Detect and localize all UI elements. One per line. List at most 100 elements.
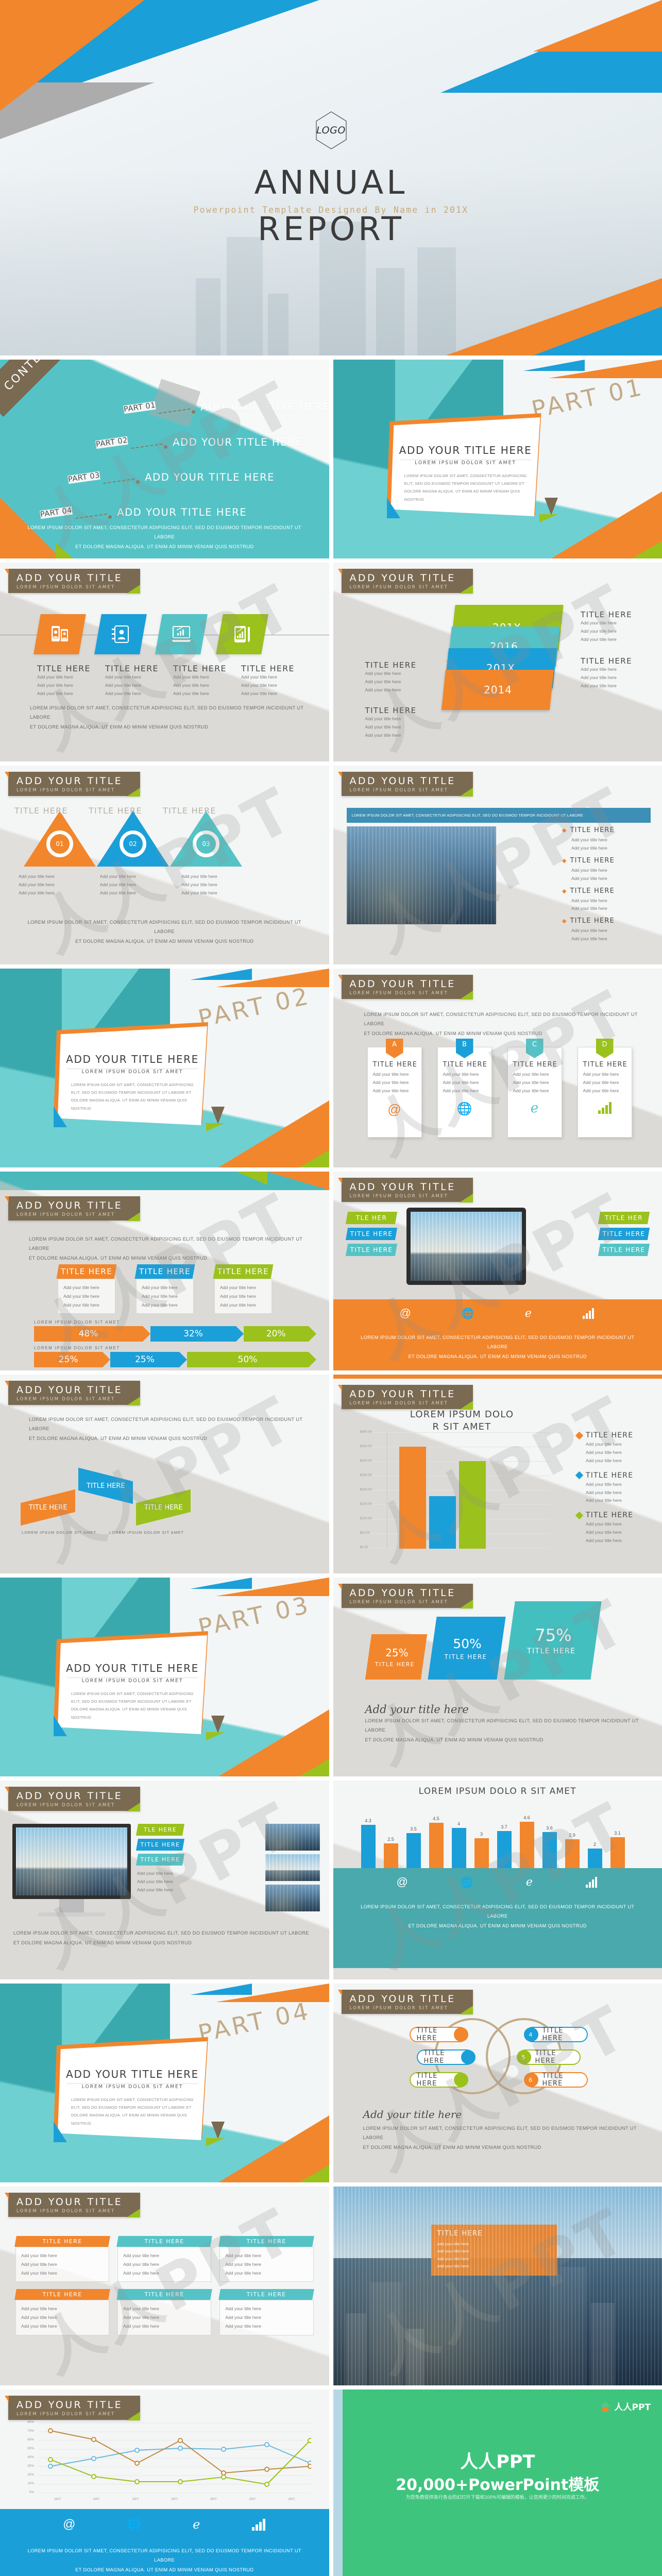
chip-left-3[interactable]: TITLE HERE bbox=[345, 1244, 397, 1256]
contents-dash bbox=[75, 513, 107, 519]
signal-bars-icon[interactable] bbox=[251, 2518, 266, 2531]
loop-pill-right-5[interactable]: TITLE HERE 5 bbox=[518, 2049, 581, 2065]
at-icon[interactable]: @ bbox=[400, 1307, 411, 1320]
globe-icon[interactable]: 🌐 bbox=[461, 1876, 473, 1889]
y-tick: $250.00 bbox=[360, 1473, 372, 1477]
chips-bars-slide: ADD YOUR TITLE LOREM IPSUM DOLOR SIT AME… bbox=[0, 1172, 329, 1370]
explorer-icon[interactable]: e bbox=[193, 2517, 200, 2532]
zigzag-block-1[interactable]: TITLE HERE bbox=[21, 1489, 75, 1526]
grid-cell-5[interactable]: TITLE HERE Add your title here Add your … bbox=[117, 2289, 211, 2335]
icon-tile-3[interactable] bbox=[155, 614, 208, 654]
chip-1[interactable]: TLE HERE bbox=[136, 1824, 184, 1836]
arrow-bar-2[interactable]: 25% 25% 50% bbox=[34, 1352, 309, 1367]
zigzag-slide: ADD YOUR TITLE LOREM IPSUM DOLOR SIT AME… bbox=[0, 1375, 329, 1573]
monitor-lines: Add your title here Add your title here … bbox=[137, 1870, 183, 1894]
icon-caption-lines: Add your title here Add your title here … bbox=[37, 673, 103, 698]
at-icon[interactable]: @ bbox=[397, 1875, 408, 1889]
grid-cell-6[interactable]: TITLE HERE Add your title here Add your … bbox=[219, 2289, 313, 2335]
explorer-icon[interactable]: e bbox=[526, 1876, 533, 1889]
signal-bars-icon[interactable] bbox=[585, 1876, 599, 1888]
loop-pill-left-2[interactable]: TITLE HERE bbox=[417, 2049, 474, 2065]
abcd-card-4[interactable]: D TITLE HERE Add your title here Add you… bbox=[578, 1047, 632, 1138]
contents-row-1[interactable]: PART 01 ADD YOUR TITLE HERE bbox=[124, 401, 329, 414]
bar-1[interactable] bbox=[399, 1447, 426, 1549]
globe-icon[interactable]: 🌐 bbox=[127, 2518, 141, 2531]
bar-1[interactable]: 4.3 bbox=[361, 1825, 376, 1869]
bar-11[interactable]: 2 bbox=[588, 1849, 602, 1869]
laptop-chart-icon bbox=[171, 624, 192, 645]
chip-3[interactable]: TITLE HERE bbox=[136, 1854, 184, 1866]
contents-row-2[interactable]: PART 02 ADD YOUR TITLE HERE bbox=[96, 436, 302, 449]
abcd-card-3[interactable]: C TITLE HERE Add your title here Add you… bbox=[507, 1047, 562, 1138]
grid-cell-3[interactable]: TITLE HERE Add your title here Add your … bbox=[219, 2236, 313, 2282]
bar-3[interactable] bbox=[459, 1461, 486, 1549]
callout-line: Add your title here bbox=[581, 674, 648, 682]
chip-left-2[interactable]: TITLE HERE bbox=[345, 1228, 397, 1240]
arrow-bar-1[interactable]: 48% 32% 20% bbox=[34, 1326, 309, 1342]
percent-slab-1[interactable]: 25% TITLE HERE bbox=[365, 1634, 427, 1680]
brand-logo[interactable]: 人人PPT bbox=[600, 2400, 651, 2413]
slide-badge: ADD YOUR TITLE LOREM IPSUM DOLOR SIT AME… bbox=[8, 2396, 140, 2420]
bar-5[interactable]: 4 bbox=[452, 1828, 466, 1869]
percent-slab-2[interactable]: 50% TITLE HERE bbox=[428, 1617, 505, 1680]
icon-tile-2[interactable] bbox=[94, 614, 147, 654]
thumbnail-3[interactable] bbox=[265, 1885, 320, 1911]
contents-row-4[interactable]: PART 04 ADD YOUR TITLE HERE bbox=[40, 506, 247, 519]
bar-value: 2.9 bbox=[569, 1833, 575, 1838]
chip-right-1[interactable]: TITLE HER bbox=[598, 1212, 650, 1224]
globe-icon[interactable]: 🌐 bbox=[462, 1307, 474, 1320]
card-line: Add your title here bbox=[373, 1079, 416, 1087]
thumbnail-1[interactable] bbox=[265, 1824, 320, 1851]
pill-dot bbox=[461, 2050, 476, 2064]
zigzag-block-2[interactable]: TITLE HERE bbox=[78, 1468, 133, 1504]
grid-cell-2[interactable]: TITLE HERE Add your title here Add your … bbox=[117, 2236, 211, 2282]
chip-1[interactable]: TITLE HERE bbox=[57, 1264, 117, 1279]
bar-4[interactable]: 4.5 bbox=[429, 1823, 444, 1869]
grid-cell-1[interactable]: TITLE HERE Add your title here Add your … bbox=[15, 2236, 109, 2282]
card-line: Add your title here bbox=[443, 1079, 486, 1087]
bar-7[interactable]: 3.7 bbox=[497, 1831, 512, 1869]
bar-10[interactable]: 2.9 bbox=[565, 1839, 580, 1869]
chip-2[interactable]: TITLE HERE bbox=[135, 1264, 195, 1279]
bar-12[interactable]: 3.1 bbox=[610, 1837, 625, 1869]
explorer-icon[interactable]: e bbox=[525, 1307, 532, 1320]
chip-left-1[interactable]: TLE HER bbox=[345, 1212, 397, 1224]
signal-bars-icon[interactable] bbox=[582, 1308, 596, 1319]
loop-pill-left-1[interactable]: TITLE HERE bbox=[410, 2027, 467, 2042]
grid-cell-4[interactable]: TITLE HERE Add your title here Add your … bbox=[15, 2289, 109, 2335]
abcd-card-2[interactable]: B TITLE HERE Add your title here Add you… bbox=[437, 1047, 492, 1138]
loop-pill-right-4[interactable]: TITLE HERE 4 bbox=[525, 2027, 588, 2042]
loop-pill-right-6[interactable]: TITLE HERE 6 bbox=[525, 2072, 588, 2088]
icon-tile-1[interactable] bbox=[33, 614, 86, 654]
bar-8[interactable]: 4.6 bbox=[520, 1822, 534, 1869]
abcd-cards-slide: ADD YOUR TITLE LOREM IPSUM DOLOR SIT AME… bbox=[333, 969, 662, 1167]
arrow-segment: 25% bbox=[110, 1352, 179, 1367]
bar-9[interactable]: 3.6 bbox=[542, 1832, 557, 1869]
bar-6[interactable]: 3 bbox=[474, 1838, 489, 1869]
zigzag-block-3[interactable]: TITLE HERE bbox=[136, 1489, 191, 1526]
slab-callout-lines: Add your title here Add your title here … bbox=[365, 670, 432, 694]
bar-2[interactable] bbox=[429, 1496, 456, 1549]
line-chart-svg bbox=[38, 2422, 311, 2496]
chip-label: TITLE HERE bbox=[58, 1267, 115, 1276]
triangle-ring-1: 01 bbox=[46, 831, 73, 857]
chip-3[interactable]: TITLE HERE bbox=[213, 1264, 274, 1279]
loop-pill-left-3[interactable]: TITLE HERE bbox=[410, 2072, 467, 2088]
slab-4[interactable]: 2014 bbox=[441, 670, 553, 710]
chip-right-3[interactable]: TITLE HERE bbox=[598, 1244, 650, 1256]
icon-tile-4[interactable] bbox=[216, 614, 268, 654]
slab-callout-lines: Add your title here Add your title here … bbox=[365, 715, 432, 740]
contents-row-3[interactable]: PART 03 ADD YOUR TITLE HERE bbox=[68, 471, 275, 484]
grid-six-slide: ADD YOUR TITLE LOREM IPSUM DOLOR SIT AME… bbox=[0, 2187, 329, 2385]
bar-2[interactable]: 2.5 bbox=[384, 1843, 398, 1869]
percent-slab-3[interactable]: 75% TITLE HERE bbox=[504, 1601, 601, 1680]
cell-body: Add your title here Add your title here … bbox=[117, 2247, 211, 2282]
chip-right-2[interactable]: TITLE HERE bbox=[598, 1228, 650, 1240]
bar-3[interactable]: 3.5 bbox=[406, 1833, 421, 1869]
footnote-line-1: LOREM IPSUM DOLOR SIT AMET, CONSECTETUR … bbox=[29, 1234, 312, 1253]
slide-footnote: LOREM IPSUM DOLOR SIT AMET, CONSECTETUR … bbox=[365, 1716, 648, 1744]
at-icon[interactable]: @ bbox=[63, 2517, 75, 2532]
abcd-card-1[interactable]: A TITLE HERE Add your title here Add you… bbox=[367, 1047, 422, 1138]
thumbnail-2[interactable] bbox=[265, 1854, 320, 1881]
chip-2[interactable]: TITLE HERE bbox=[136, 1839, 184, 1851]
